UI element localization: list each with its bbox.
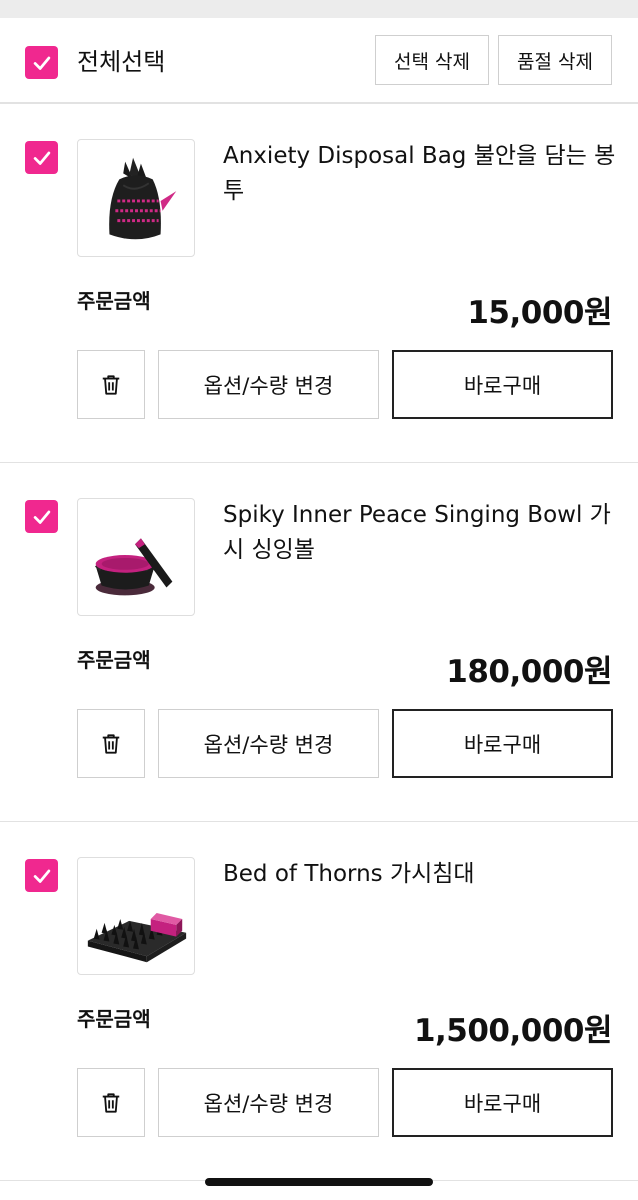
select-all-label[interactable]: 전체선택: [77, 42, 165, 82]
product-name[interactable]: Anxiety Disposal Bag 불안을 담는 봉투: [223, 139, 618, 209]
change-option-button[interactable]: 옵션/수량 변경: [158, 1068, 379, 1137]
delete-soldout-button[interactable]: 품절 삭제: [498, 35, 612, 85]
cart-item: Spiky Inner Peace Singing Bowl 가시 싱잉볼 주문…: [0, 463, 638, 822]
checkmark-icon: [33, 56, 50, 70]
delete-selected-button[interactable]: 선택 삭제: [375, 35, 489, 85]
order-amount-label: 주문금액: [77, 289, 151, 313]
delete-item-button[interactable]: [77, 709, 145, 778]
cart-header: 전체선택 선택 삭제 품절 삭제: [0, 18, 638, 104]
checkmark-icon: [33, 151, 50, 165]
order-amount-value: 15,000원: [467, 295, 612, 331]
singing-bowl-image: [94, 538, 173, 596]
cart-item: Bed of Thorns 가시침대 주문금액 1,500,000원 옵션/수량…: [0, 822, 638, 1181]
trash-icon: [102, 733, 120, 754]
item-checkbox[interactable]: [25, 859, 58, 892]
change-option-button[interactable]: 옵션/수량 변경: [158, 350, 379, 419]
order-amount-label: 주문금액: [77, 1007, 151, 1031]
checkmark-icon: [33, 869, 50, 883]
product-thumbnail[interactable]: [77, 857, 195, 975]
order-amount-label: 주문금액: [77, 648, 151, 672]
status-bar-area: [0, 0, 638, 18]
item-checkbox[interactable]: [25, 141, 58, 174]
product-name[interactable]: Bed of Thorns 가시침대: [223, 857, 618, 892]
checkmark-icon: [33, 510, 50, 524]
order-amount-value: 180,000원: [446, 654, 612, 690]
change-option-button[interactable]: 옵션/수량 변경: [158, 709, 379, 778]
home-indicator: [205, 1178, 433, 1186]
cart-item: Anxiety Disposal Bag 불안을 담는 봉투 주문금액 15,0…: [0, 104, 638, 463]
trash-icon: [102, 374, 120, 395]
bed-of-thorns-image: [87, 913, 187, 963]
order-amount-value: 1,500,000원: [413, 1013, 613, 1049]
buy-now-button[interactable]: 바로구매: [392, 1068, 613, 1137]
product-thumbnail[interactable]: [77, 498, 195, 616]
delete-item-button[interactable]: [77, 350, 145, 419]
select-all-checkbox[interactable]: [25, 46, 58, 79]
product-thumbnail[interactable]: [77, 139, 195, 257]
product-name[interactable]: Spiky Inner Peace Singing Bowl 가시 싱잉볼: [223, 498, 618, 568]
buy-now-button[interactable]: 바로구매: [392, 709, 613, 778]
delete-item-button[interactable]: [77, 1068, 145, 1137]
item-checkbox[interactable]: [25, 500, 58, 533]
buy-now-button[interactable]: 바로구매: [392, 350, 613, 419]
bag-image: [109, 157, 177, 240]
trash-icon: [102, 1092, 120, 1113]
